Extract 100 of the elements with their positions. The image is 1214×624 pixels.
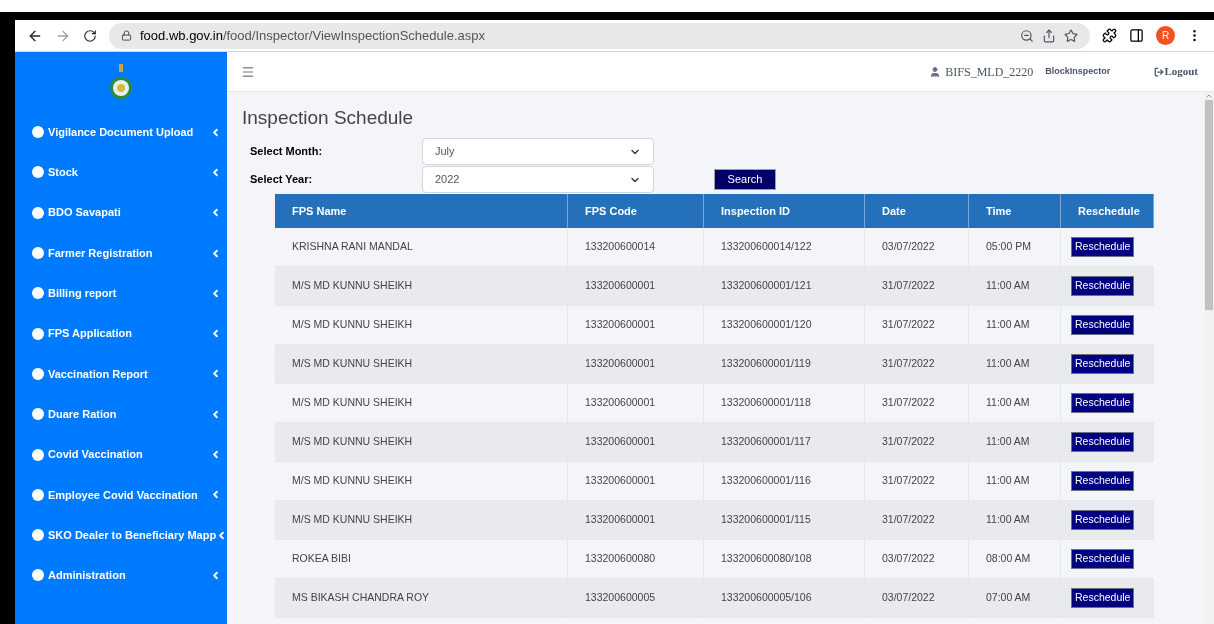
bullet-icon <box>32 529 44 542</box>
table-cell: 133200600001/119 <box>704 345 865 383</box>
sidebar-item[interactable]: Covid Vaccination <box>15 434 227 475</box>
table-cell: 133200600001 <box>568 345 704 383</box>
select-field[interactable]: July <box>422 138 654 165</box>
reschedule-button[interactable]: Reschedule <box>1071 510 1135 530</box>
logout-link[interactable]: Logout <box>1154 63 1198 80</box>
table-cell: KRISHNA RANI MANDAL <box>275 228 568 266</box>
reschedule-button[interactable]: Reschedule <box>1071 471 1135 491</box>
star-icon[interactable] <box>1064 28 1078 43</box>
table-cell: 11:00 AM <box>969 384 1061 422</box>
bullet-icon <box>32 569 44 582</box>
sidebar-item[interactable]: FPS Application <box>15 313 227 354</box>
emblem-icon <box>109 62 133 102</box>
table-cell: 133200600001/121 <box>704 267 865 305</box>
zoom-out-icon[interactable] <box>1020 28 1034 43</box>
user-icon <box>929 65 942 78</box>
table-cell: 31/07/2022 <box>865 267 969 305</box>
table-cell: 133200600014 <box>568 228 704 266</box>
table-cell: 11:00 AM <box>969 462 1061 500</box>
sidebar-item[interactable]: Billing report <box>15 273 227 314</box>
table-cell: M/S MD KUNNU SHEIKH <box>275 267 568 305</box>
bullet-icon <box>32 367 44 380</box>
bullet-icon <box>32 287 44 300</box>
scrollbar[interactable] <box>1204 92 1214 624</box>
bullet-icon <box>32 166 44 179</box>
menu-icon[interactable] <box>241 64 255 79</box>
share-icon[interactable] <box>1042 28 1056 43</box>
table-cell: MS BIKASH CHANDRA ROY <box>275 579 568 617</box>
table-cell: M/S MD KUNNU SHEIKH <box>275 345 568 383</box>
table-cell: 31/07/2022 <box>865 501 969 539</box>
table-cell: 133200600005/106 <box>704 579 865 617</box>
reschedule-button[interactable]: Reschedule <box>1071 354 1135 374</box>
url-text: food.wb.gov.in/food/Inspector/ViewInspectionSchedule.aspx <box>140 26 486 45</box>
table-cell: 133200600014/122 <box>704 228 865 266</box>
table-cell: 08:00 AM <box>969 540 1061 578</box>
sidebar-item[interactable]: Vigilance Document Upload <box>15 112 227 153</box>
reschedule-button[interactable]: Reschedule <box>1071 237 1135 257</box>
table-cell: M/S MD KUNNU SHEIKH <box>275 462 568 500</box>
filter-label: Select Year: <box>250 172 314 188</box>
table-cell: 133200600001 <box>568 462 704 500</box>
select-field[interactable]: 2022 <box>422 166 654 193</box>
table-cell: 11:00 AM <box>969 423 1061 461</box>
bullet-icon <box>32 488 44 501</box>
reschedule-button[interactable]: Reschedule <box>1071 432 1135 452</box>
reschedule-button[interactable]: Reschedule <box>1071 588 1135 608</box>
reschedule-button[interactable]: Reschedule <box>1071 276 1135 296</box>
table-cell: 133200600001/118 <box>704 384 865 422</box>
table-cell: 133200600080/108 <box>704 540 865 578</box>
bullet-icon <box>32 448 44 461</box>
bullet-icon <box>32 408 44 421</box>
table-cell: 133200600080 <box>568 540 704 578</box>
sidebar-item[interactable]: Duare Ration <box>15 394 227 435</box>
table-cell: 31/07/2022 <box>865 306 969 344</box>
search-button[interactable]: Search <box>714 169 776 190</box>
role-label: BlockInspector <box>1045 64 1111 78</box>
sidebar-item[interactable]: Administration <box>15 555 227 596</box>
table-cell: 11:00 AM <box>969 306 1061 344</box>
sidebar-item[interactable]: Vaccination Report <box>15 353 227 395</box>
sidebar-item[interactable]: SKO Dealer to Beneficiary Mapp <box>15 514 227 556</box>
extensions-icon[interactable] <box>1102 28 1117 43</box>
table-cell: 133200600001 <box>568 267 704 305</box>
table-cell: 31/07/2022 <box>865 384 969 422</box>
bullet-icon <box>32 327 44 340</box>
table-cell: 03/07/2022 <box>865 228 969 266</box>
sidebar-item[interactable]: Farmer Registration <box>15 232 227 274</box>
reschedule-button[interactable]: Reschedule <box>1071 315 1135 335</box>
table-cell: 133200600001 <box>568 306 704 344</box>
table-cell: 03/07/2022 <box>865 540 969 578</box>
sidebar-item[interactable]: Employee Covid Vaccination <box>15 474 227 515</box>
table-cell: 11:00 AM <box>969 345 1061 383</box>
lock-icon <box>121 30 132 41</box>
table-cell: 133200600001 <box>568 423 704 461</box>
filter-label: Select Month: <box>250 144 324 160</box>
table-cell: 133200600001/117 <box>704 423 865 461</box>
table-cell: 05:00 PM <box>969 228 1061 266</box>
table-cell: 133200600001/115 <box>704 501 865 539</box>
table-cell: M/S MD KUNNU SHEIKH <box>275 306 568 344</box>
table-cell: 133200600001 <box>568 501 704 539</box>
page-title: Inspection Schedule <box>242 106 415 130</box>
table-cell: M/S MD KUNNU SHEIKH <box>275 384 568 422</box>
table-cell: 03/07/2022 <box>865 579 969 617</box>
address-bar[interactable]: food.wb.gov.in/food/Inspector/ViewInspectionSchedule.aspx <box>109 22 1090 49</box>
table-cell: 31/07/2022 <box>865 423 969 461</box>
table-cell: 11:00 AM <box>969 267 1061 305</box>
bullet-icon <box>32 206 44 219</box>
sidebar-item[interactable]: BDO Savapati <box>15 192 227 233</box>
table-cell: 133200600005 <box>568 579 704 617</box>
table-cell: 133200600001 <box>568 384 704 422</box>
username: BIFS_MLD_2220 <box>945 63 1034 81</box>
table-cell: ROKEA BIBI <box>275 540 568 578</box>
reload-icon[interactable] <box>83 28 97 43</box>
table-cell: 31/07/2022 <box>865 345 969 383</box>
table-cell: 133200600001/120 <box>704 306 865 344</box>
table-cell: 133200600001/116 <box>704 462 865 500</box>
reschedule-button[interactable]: Reschedule <box>1071 549 1135 569</box>
side-panel-icon[interactable] <box>1129 28 1144 43</box>
sidebar-item[interactable]: Stock <box>15 152 227 193</box>
reschedule-button[interactable]: Reschedule <box>1071 393 1135 413</box>
table-cell: 31/07/2022 <box>865 462 969 500</box>
